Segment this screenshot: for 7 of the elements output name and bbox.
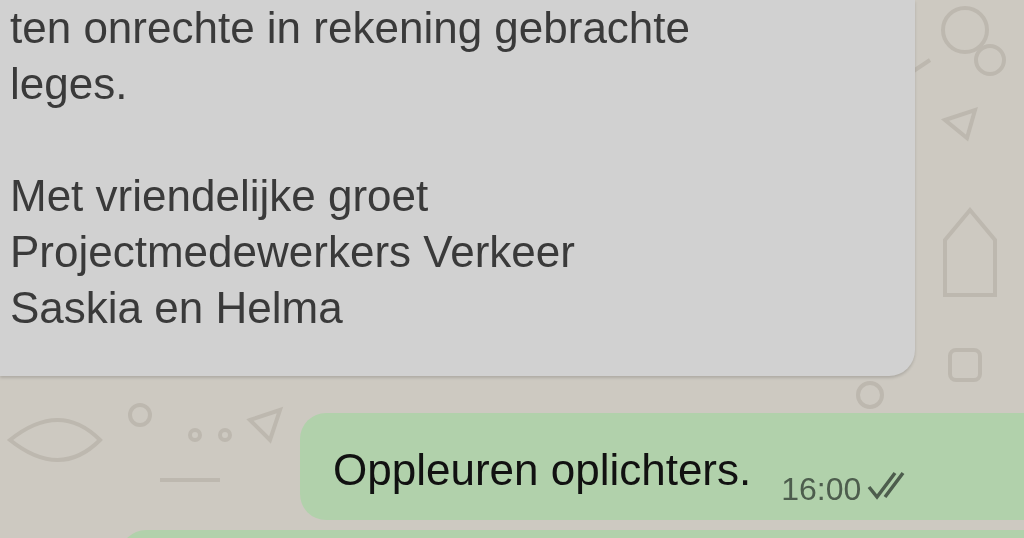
message-text: leges. [10, 58, 129, 110]
message-text: Met vriendelijke groet [10, 170, 430, 222]
message-text: Saskia en Helma [10, 282, 344, 334]
message-time: 16:00 [781, 470, 862, 509]
message-text: ten onrechte in rekening gebrachte [10, 2, 692, 54]
message-text: Projectmedewerkers Verkeer [10, 226, 576, 278]
message-text: Oppleuren oplichters. [333, 444, 752, 496]
